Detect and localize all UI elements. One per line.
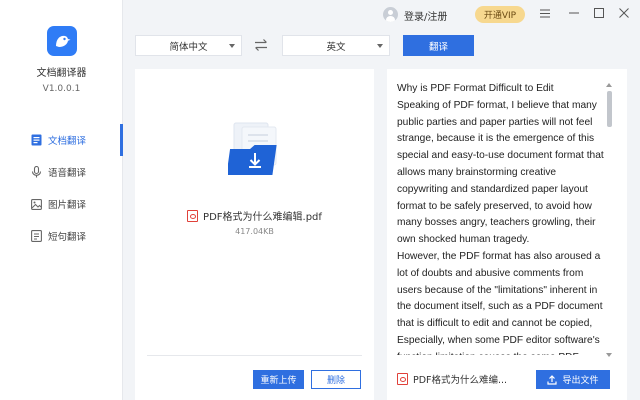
source-file-name: PDF格式为什么难编辑.pdf	[135, 208, 374, 223]
vip-button[interactable]: 开通VIP	[475, 6, 525, 23]
sidebar-item-label: 图片翻译	[48, 200, 87, 211]
target-language-value: 英文	[326, 41, 346, 53]
translation-paragraph: Why is PDF Format Difficult to Edit	[397, 83, 554, 94]
upload-file-icon	[226, 121, 282, 179]
sidebar-item-document-translate[interactable]: 文档翻译	[0, 124, 123, 156]
target-language-select[interactable]: 英文	[282, 35, 390, 56]
title-bar: 登录/注册 开通VIP	[123, 0, 640, 30]
output-file-name-text: PDF格式为什么难编...	[413, 375, 508, 386]
minimize-icon[interactable]	[566, 5, 582, 21]
translation-paragraph: Especially, when some PDF editor softwar…	[397, 334, 600, 355]
translate-button[interactable]: 翻译	[403, 35, 474, 56]
divider	[147, 355, 362, 356]
sidebar-item-sentence-translate[interactable]: 短句翻译	[0, 220, 123, 252]
scrollbar-thumb[interactable]	[607, 91, 612, 127]
sidebar-item-voice-translate[interactable]: 语音翻译	[0, 156, 123, 188]
avatar[interactable]	[383, 7, 398, 22]
delete-button[interactable]: 删除	[311, 370, 361, 389]
pdf-icon	[187, 209, 199, 222]
translation-paragraph: Speaking of PDF format, I believe that m…	[397, 99, 604, 246]
source-file-size: 417.04KB	[235, 227, 274, 236]
maximize-icon[interactable]	[591, 5, 607, 21]
sidebar-item-label: 短句翻译	[48, 232, 87, 243]
output-file-name: PDF格式为什么难编...	[397, 372, 507, 386]
swap-languages-icon[interactable]	[253, 38, 269, 52]
translation-paragraph: However, the PDF format has also aroused…	[397, 250, 603, 330]
sidebar-item-image-translate[interactable]: 图片翻译	[0, 188, 123, 220]
chevron-down-icon	[229, 44, 235, 48]
translation-text[interactable]: Why is PDF Format Difficult to Edit Spea…	[397, 81, 605, 355]
app-logo	[47, 26, 77, 56]
scroll-up-icon[interactable]	[606, 83, 612, 87]
source-language-value: 简体中文	[169, 41, 208, 53]
close-icon[interactable]	[616, 5, 632, 21]
sidebar: 文档翻译器 V1.0.0.1 文档翻译 语音翻译 图片翻译 短句翻译	[0, 0, 123, 400]
scroll-down-icon[interactable]	[606, 353, 612, 357]
sidebar-item-label: 文档翻译	[48, 136, 87, 147]
text-icon	[30, 230, 42, 242]
source-panel: PDF格式为什么难编辑.pdf 417.04KB 重新上传 删除	[135, 69, 374, 400]
source-file-name-text: PDF格式为什么难编辑.pdf	[203, 212, 322, 223]
image-icon	[30, 198, 42, 210]
sidebar-item-label: 语音翻译	[48, 168, 87, 179]
reupload-button[interactable]: 重新上传	[253, 370, 304, 389]
chevron-down-icon	[377, 44, 383, 48]
microphone-icon	[30, 166, 42, 178]
sidebar-nav: 文档翻译 语音翻译 图片翻译 短句翻译	[0, 124, 123, 252]
export-icon	[547, 374, 558, 385]
app-name: 文档翻译器	[36, 68, 87, 79]
scrollbar[interactable]	[606, 83, 613, 357]
export-file-button[interactable]: 导出文件	[536, 370, 610, 389]
menu-icon[interactable]	[537, 5, 553, 21]
result-panel: Why is PDF Format Difficult to Edit Spea…	[387, 69, 627, 400]
login-link[interactable]: 登录/注册	[404, 8, 447, 23]
source-language-select[interactable]: 简体中文	[135, 35, 242, 56]
app-version: V1.0.0.1	[42, 84, 81, 94]
export-file-label: 导出文件	[562, 376, 599, 386]
bird-icon	[56, 35, 71, 47]
pdf-icon	[397, 373, 408, 385]
document-icon	[30, 134, 42, 146]
